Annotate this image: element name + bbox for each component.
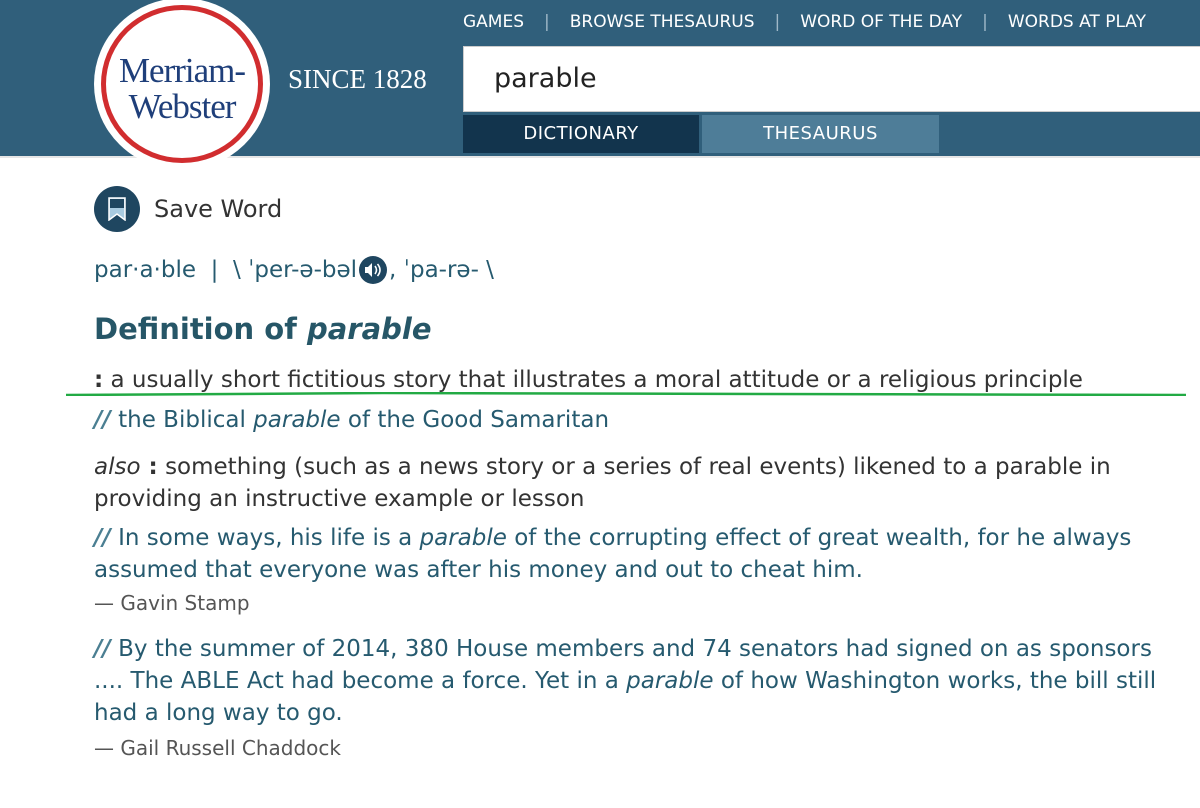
search-input[interactable]: parable bbox=[463, 46, 1200, 112]
example-sentence: // In some ways, his life is a parable o… bbox=[94, 522, 1184, 586]
merriam-webster-logo[interactable]: Merriam- Webster bbox=[94, 0, 270, 170]
example-word: parable bbox=[626, 668, 714, 694]
also-definition: also : something (such as a news story o… bbox=[94, 451, 1184, 515]
tab-thesaurus[interactable]: THESAURUS bbox=[702, 115, 939, 153]
nav-words-at-play[interactable]: WORDS AT PLAY bbox=[1008, 12, 1146, 32]
since-tagline: SINCE 1828 bbox=[288, 64, 427, 94]
example-sentence: // By the summer of 2014, 380 House memb… bbox=[94, 633, 1184, 729]
example-marker: // bbox=[94, 636, 111, 662]
example-word: parable bbox=[419, 525, 507, 551]
definition-body: a usually short fictitious story that il… bbox=[103, 367, 1083, 393]
divider: | bbox=[774, 12, 781, 32]
divider: | bbox=[196, 257, 234, 283]
example-text: of the Good Samaritan bbox=[340, 407, 610, 433]
heading-prefix: Definition of bbox=[94, 312, 307, 346]
syllables: par·a·ble bbox=[94, 257, 197, 283]
example-sentence: // the Biblical parable of the Good Sama… bbox=[94, 404, 1184, 436]
pronunciation: par·a·ble | \ ˈper-ə-bəl , ˈpa-rə- \ bbox=[94, 256, 494, 284]
also-label: also bbox=[94, 454, 141, 480]
logo-line2: Webster bbox=[128, 87, 237, 126]
colon: : bbox=[140, 454, 158, 480]
example-author: — Gail Russell Chaddock bbox=[94, 736, 341, 760]
heading-word: parable bbox=[306, 312, 432, 346]
tab-dictionary[interactable]: DICTIONARY bbox=[463, 115, 699, 153]
example-marker: // bbox=[94, 407, 111, 433]
logo-line1: Merriam- bbox=[118, 51, 246, 90]
save-word-button[interactable]: Save Word bbox=[94, 186, 282, 232]
example-marker: // bbox=[94, 525, 111, 551]
example-text: In some ways, his life is a bbox=[110, 525, 420, 551]
example-text: the Biblical bbox=[110, 407, 254, 433]
example-word: parable bbox=[253, 407, 341, 433]
pronunciation-2: , ˈpa-rə- \ bbox=[389, 257, 494, 283]
top-nav: GAMES | BROWSE THESAURUS | WORD OF THE DAY… bbox=[463, 12, 1146, 32]
pronunciation-1: \ ˈper-ə-bəl bbox=[233, 257, 358, 283]
speaker-icon[interactable] bbox=[359, 256, 388, 284]
nav-games[interactable]: GAMES bbox=[463, 12, 524, 32]
colon: : bbox=[94, 367, 104, 393]
divider: | bbox=[544, 12, 550, 32]
definition-text: : a usually short fictitious story that … bbox=[94, 367, 1083, 393]
definition-heading: Definition of parable bbox=[94, 312, 432, 346]
green-underline-annotation bbox=[66, 392, 1186, 396]
nav-word-of-the-day[interactable]: WORD OF THE DAY bbox=[800, 12, 962, 32]
also-text: something (such as a news story or a ser… bbox=[94, 454, 1111, 512]
save-word-label: Save Word bbox=[154, 195, 283, 223]
example-author: — Gavin Stamp bbox=[94, 591, 250, 615]
nav-browse-thesaurus[interactable]: BROWSE THESAURUS bbox=[570, 12, 755, 32]
bookmark-icon bbox=[94, 186, 140, 232]
divider: | bbox=[982, 12, 988, 32]
